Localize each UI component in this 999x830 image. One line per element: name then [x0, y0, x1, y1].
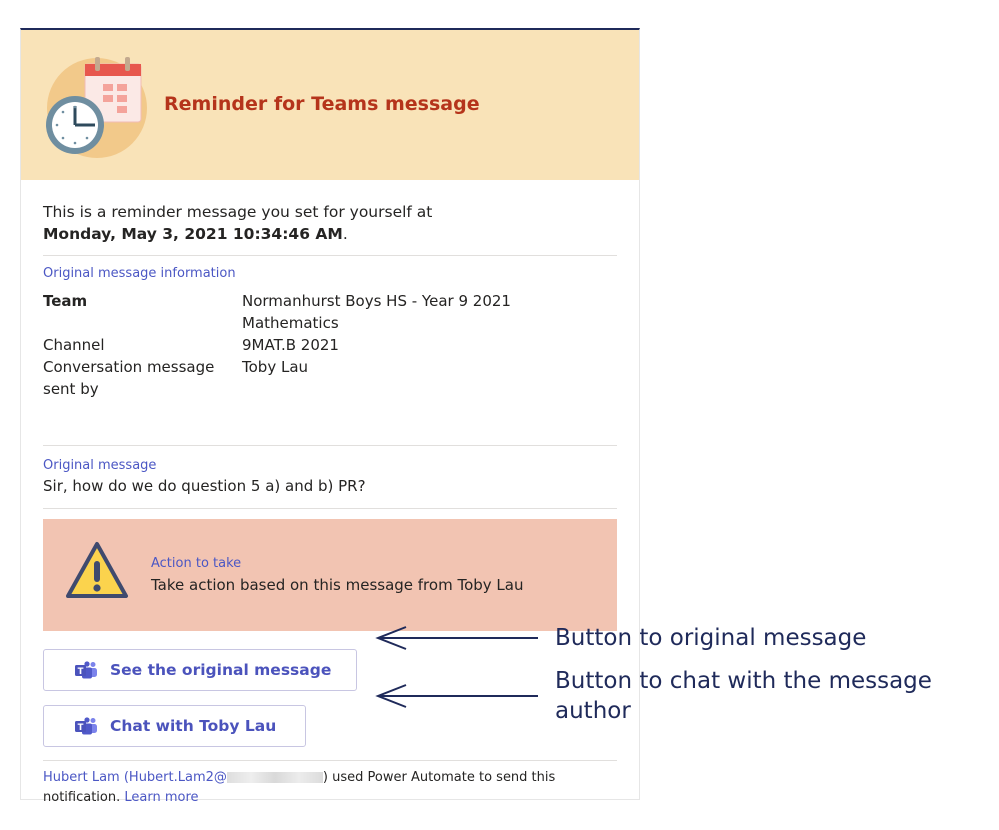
divider [43, 445, 617, 446]
divider [43, 255, 617, 256]
arrow-to-original-icon [375, 626, 538, 650]
reminder-datetime: Monday, May 3, 2021 10:34:46 AM [43, 225, 343, 243]
info-row-team: Team Normanhurst Boys HS - Year 9 2021 M… [43, 290, 617, 334]
info-value: Normanhurst Boys HS - Year 9 2021 Mathem… [242, 292, 511, 332]
redacted-email [226, 772, 323, 783]
calendar-clock-icon [46, 57, 147, 158]
annotation-to-chat-line1: Button to chat with the message [555, 668, 932, 694]
divider [43, 760, 617, 761]
annotation-to-original: Button to original message [555, 625, 867, 651]
card-header: Reminder for Teams message [21, 30, 639, 180]
info-key: Channel [43, 336, 105, 354]
info-row-channel: Channel 9MAT.B 2021 [43, 334, 617, 356]
svg-text:T: T [78, 723, 84, 733]
info-key: Conversation message sent by [43, 356, 233, 400]
learn-more-link[interactable]: Learn more [124, 790, 198, 805]
teams-icon: T [75, 717, 97, 735]
reminder-intro: This is a reminder message you set for y… [43, 201, 432, 245]
reminder-card: Reminder for Teams message This is a rem… [20, 28, 640, 805]
page-title: Reminder for Teams message [164, 93, 480, 115]
sender-name: Hubert Lam (Hubert.Lam2@ [43, 770, 227, 785]
chat-author-label: Chat with Toby Lau [110, 717, 277, 735]
warning-icon [66, 542, 128, 598]
original-message-label: Original message [43, 458, 157, 473]
teams-icon: T [75, 661, 97, 679]
intro-text: This is a reminder message you set for y… [43, 203, 433, 221]
intro-period: . [342, 225, 348, 243]
annotation-to-chat-line2: author [555, 698, 631, 724]
original-message-text: Sir, how do we do question 5 a) and b) P… [43, 477, 366, 495]
annotation-to-chat: Button to chat with the message author [555, 666, 932, 726]
info-value: Toby Lau [242, 358, 309, 376]
divider [43, 508, 617, 509]
action-label: Action to take [151, 556, 242, 571]
chat-with-author-button[interactable]: T Chat with Toby Lau [43, 705, 306, 747]
original-info-label: Original message information [43, 266, 236, 281]
footer-notice: Hubert Lam (Hubert.Lam2@) used Power Aut… [43, 768, 623, 808]
arrow-to-chat-icon [375, 684, 538, 708]
see-original-label: See the original message [110, 661, 332, 679]
info-key: Team [43, 292, 88, 310]
info-row-sender: Conversation message sent by Toby Lau [43, 356, 617, 400]
see-original-message-button[interactable]: T See the original message [43, 649, 357, 691]
action-box: Action to take Take action based on this… [43, 519, 617, 631]
original-info-table: Team Normanhurst Boys HS - Year 9 2021 M… [43, 290, 617, 400]
action-text: Take action based on this message from T… [151, 576, 524, 594]
svg-text:T: T [78, 667, 84, 677]
info-key-text: Conversation message sent by [43, 358, 215, 398]
info-value: 9MAT.B 2021 [242, 336, 339, 354]
